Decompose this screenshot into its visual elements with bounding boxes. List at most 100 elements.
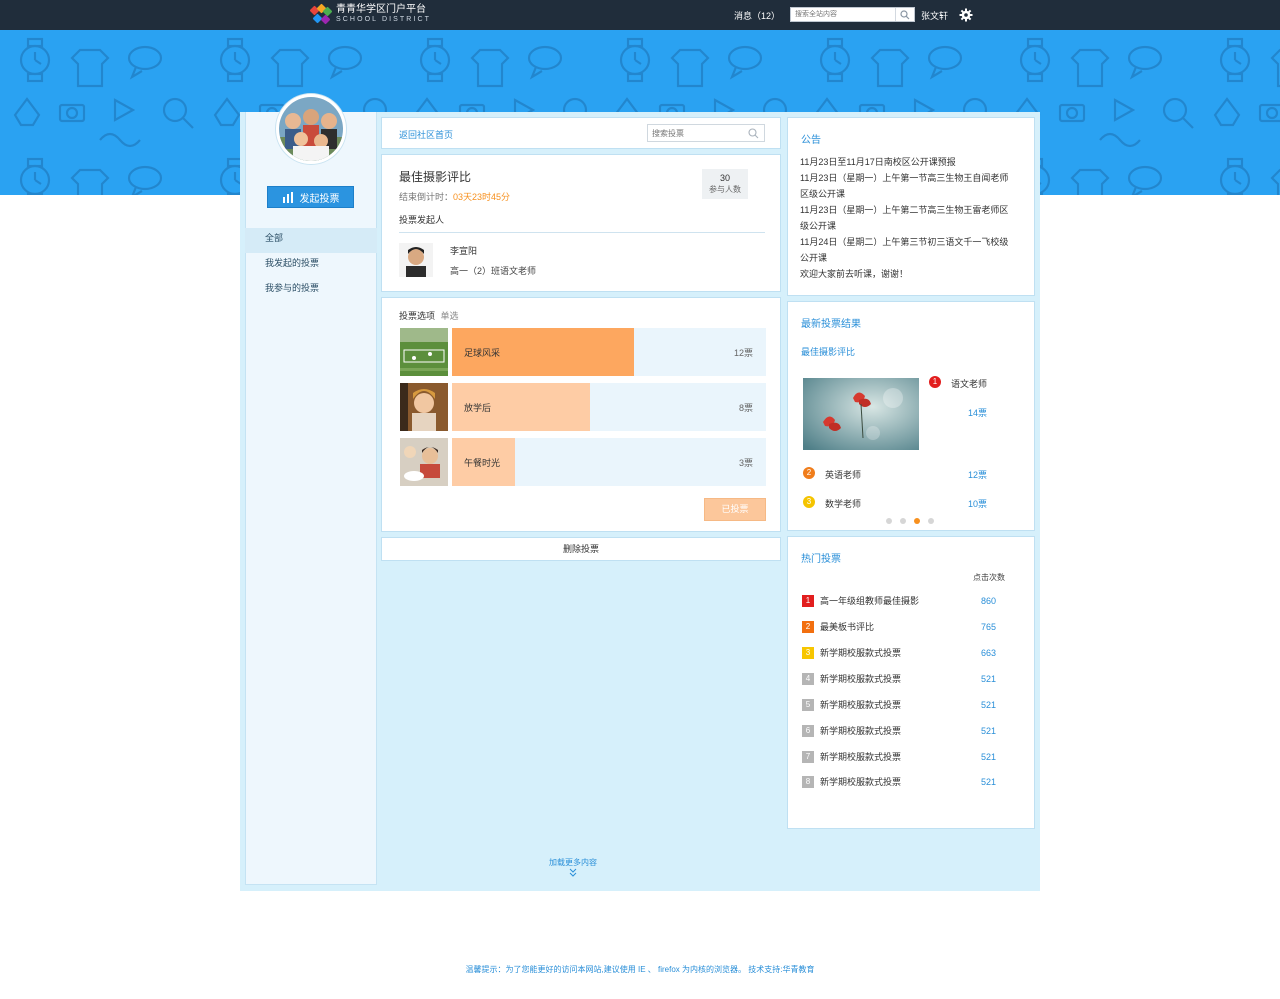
option-thumbnail xyxy=(400,328,448,376)
notice-line[interactable]: 区级公开课 xyxy=(800,186,1028,202)
option-row[interactable]: 放学后 8票 xyxy=(400,383,766,431)
sidebar-item-all[interactable]: 全部 xyxy=(245,228,377,253)
hot-poll-item[interactable]: 6 新学期校服款式投票 521 xyxy=(802,725,1022,739)
initiator-name[interactable]: 李宣阳 xyxy=(450,244,477,257)
option-row[interactable]: 足球风采 12票 xyxy=(400,328,766,376)
rank-badge: 3 xyxy=(802,647,814,659)
rank-badge: 5 xyxy=(802,699,814,711)
option-fill: 放学后 xyxy=(452,383,591,431)
winner-name: 语文老师 xyxy=(951,379,988,389)
sidebar-item-my-started[interactable]: 我发起的投票 xyxy=(245,253,377,278)
divider xyxy=(399,232,765,233)
rank-badge: 2 xyxy=(802,621,814,633)
notice-line[interactable]: 公开课 xyxy=(800,250,1028,266)
back-search-card: 返回社区首页 xyxy=(381,117,781,149)
hot-poll-title: 新学期校服款式投票 xyxy=(820,726,902,736)
back-to-community-link[interactable]: 返回社区首页 xyxy=(399,128,453,141)
options-header: 投票选项 单选 xyxy=(399,309,459,322)
winner-photo[interactable] xyxy=(803,378,919,450)
notice-line[interactable]: 11月23日（星期一）上午第二节高三生物王雷老师区 xyxy=(800,202,1028,218)
hot-poll-title: 新学期校服款式投票 xyxy=(820,752,902,762)
top-navigation-bar: 青青华学区门户平台 SCHOOL DISTRICT 消息（12） 张文轩 xyxy=(0,0,1280,30)
delete-vote-button[interactable]: 删除投票 xyxy=(381,537,781,561)
result-name: 数学老师 xyxy=(825,499,862,509)
notice-line[interactable]: 11月24日（星期二）上午第三节初三语文千一飞校级 xyxy=(800,234,1028,250)
countdown: 结束倒计时：03天23时45分 xyxy=(399,190,510,203)
poll-search xyxy=(647,124,765,142)
hot-poll-title: 高一年级组教师最佳摄影 xyxy=(820,596,920,606)
site-logo[interactable]: 青青华学区门户平台 SCHOOL DISTRICT xyxy=(309,3,431,25)
notice-line[interactable]: 级公开课 xyxy=(800,218,1028,234)
start-vote-button[interactable]: 发起投票 xyxy=(267,186,354,208)
participants-count: 30 xyxy=(719,173,730,183)
option-count: 8票 xyxy=(738,403,753,413)
carousel-dot[interactable] xyxy=(914,518,920,524)
option-row[interactable]: 午餐时光 3票 xyxy=(400,438,766,486)
bar-chart-icon xyxy=(282,191,293,203)
notice-line[interactable]: 11月23日至11月17日南校区公开课预报 xyxy=(800,154,1028,170)
clicks-column-header: 点击次数 xyxy=(973,573,1005,582)
rank-badge: 4 xyxy=(802,673,814,685)
carousel-dot[interactable] xyxy=(886,518,892,524)
sidebar-menu: 全部 我发起的投票 我参与的投票 xyxy=(245,228,377,303)
messages-link[interactable]: 消息（12） xyxy=(734,9,780,22)
user-avatar[interactable] xyxy=(276,94,346,164)
site-search-input[interactable] xyxy=(791,8,895,21)
rank-badge: 7 xyxy=(802,751,814,763)
hot-poll-clicks: 521 xyxy=(981,726,997,736)
hot-poll-item[interactable]: 1 高一年级组教师最佳摄影 860 xyxy=(802,595,1022,609)
carousel-dot[interactable] xyxy=(928,518,934,524)
option-label: 午餐时光 xyxy=(464,458,501,468)
countdown-label: 结束倒计时： xyxy=(399,192,454,202)
notice-line: 欢迎大家前去听课，谢谢！ xyxy=(800,269,909,279)
voted-button[interactable]: 已投票 xyxy=(704,498,766,521)
hot-poll-title: 新学期校服款式投票 xyxy=(820,674,902,684)
notice-card: 公告 11月23日至11月17日南校区公开课预报 11月23日（星期一）上午第一… xyxy=(787,117,1035,296)
hot-poll-clicks: 521 xyxy=(981,777,997,787)
winner-votes: 14票 xyxy=(968,408,988,418)
hot-poll-item[interactable]: 8 新学期校服款式投票 521 xyxy=(802,776,1022,790)
notice-title: 公告 xyxy=(801,135,821,146)
hot-poll-item[interactable]: 5 新学期校服款式投票 521 xyxy=(802,699,1022,713)
notice-line[interactable]: 11月23日（星期一）上午第一节高三生物王自闻老师 xyxy=(800,170,1028,186)
hot-poll-title: 新学期校服款式投票 xyxy=(820,648,902,658)
user-name[interactable]: 张文轩 xyxy=(921,9,948,22)
gear-icon[interactable] xyxy=(959,8,973,22)
hot-poll-clicks: 521 xyxy=(981,674,997,684)
poll-search-input[interactable] xyxy=(648,125,742,141)
sidebar-item-my-participated[interactable]: 我参与的投票 xyxy=(245,278,377,303)
latest-poll-name[interactable]: 最佳摄影评比 xyxy=(801,345,855,358)
option-count: 3票 xyxy=(738,458,753,468)
hot-poll-item[interactable]: 2 最美板书评比 765 xyxy=(802,621,1022,635)
initiator-avatar[interactable] xyxy=(399,243,433,277)
load-more-link[interactable]: 加载更多内容 xyxy=(540,857,606,879)
option-fill: 午餐时光 xyxy=(452,438,515,486)
initiator-role: 高一（2）班语文老师 xyxy=(450,266,537,276)
options-label: 投票选项 xyxy=(399,311,436,321)
result-name: 英语老师 xyxy=(825,470,862,480)
latest-results-card: 最新投票结果 最佳摄影评比 1 语文老师 14票 2 英语老师 12票 3 数学… xyxy=(787,301,1035,531)
option-track: 午餐时光 3票 xyxy=(452,438,766,486)
option-label: 放学后 xyxy=(464,403,492,413)
option-thumbnail xyxy=(400,438,448,486)
load-more-label: 加载更多内容 xyxy=(549,858,597,867)
double-chevron-down-icon xyxy=(569,868,577,877)
option-track: 足球风采 12票 xyxy=(452,328,766,376)
hot-poll-item[interactable]: 7 新学期校服款式投票 521 xyxy=(802,751,1022,765)
option-thumbnail xyxy=(400,383,448,431)
hot-poll-clicks: 860 xyxy=(981,596,997,606)
participants-badge: 30 参与人数 xyxy=(702,169,748,199)
hot-poll-item[interactable]: 4 新学期校服款式投票 521 xyxy=(802,673,1022,687)
search-icon[interactable] xyxy=(748,128,759,139)
rank-badge: 8 xyxy=(802,776,814,788)
search-button[interactable] xyxy=(895,8,914,21)
carousel-dot[interactable] xyxy=(900,518,906,524)
hot-poll-title: 最美板书评比 xyxy=(820,622,875,632)
initiator-label: 投票发起人 xyxy=(399,215,445,225)
countdown-value: 03天23时45分 xyxy=(453,192,511,202)
hot-poll-title: 新学期校服款式投票 xyxy=(820,777,902,787)
participants-label: 参与人数 xyxy=(709,185,741,194)
hot-poll-item[interactable]: 3 新学期校服款式投票 663 xyxy=(802,647,1022,661)
rank-badge: 1 xyxy=(929,376,941,388)
rank-badge: 6 xyxy=(802,725,814,737)
